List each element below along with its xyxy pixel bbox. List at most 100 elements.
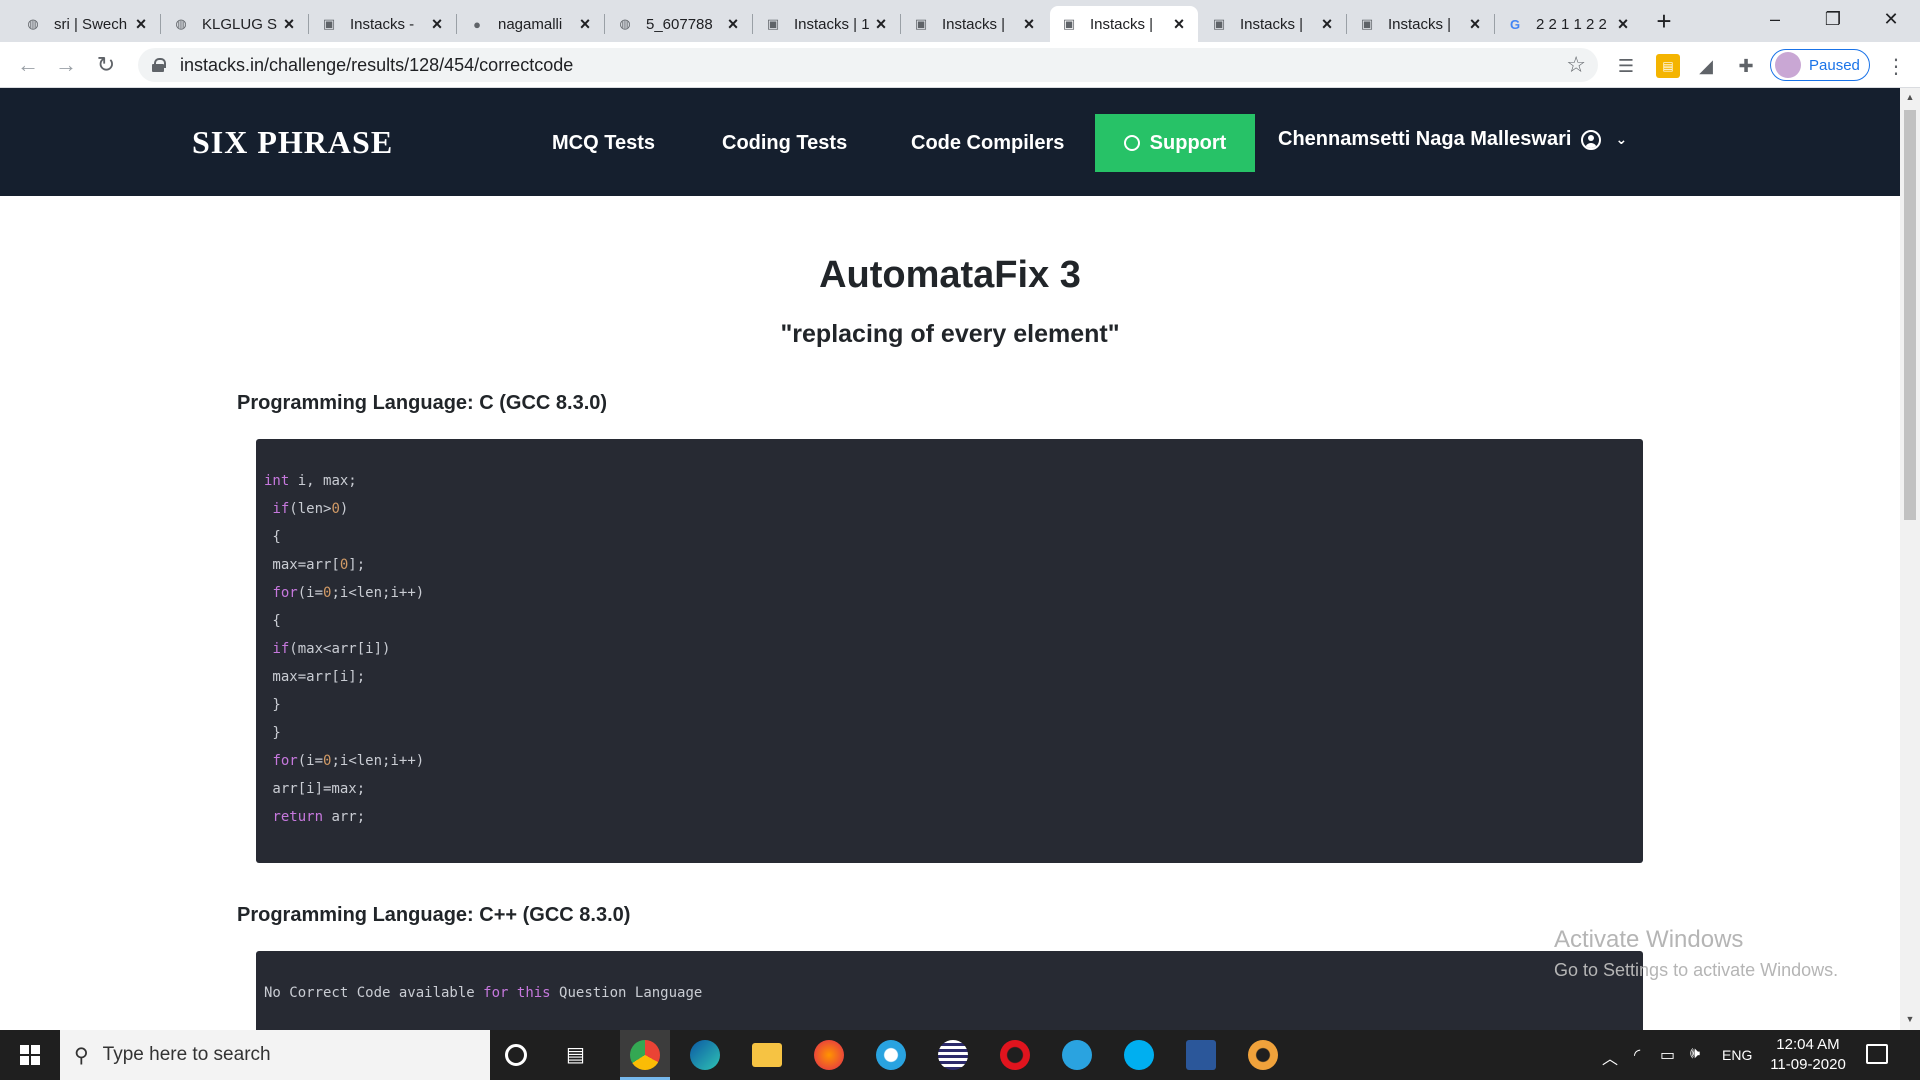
page-title: AutomataFix 3	[819, 254, 1081, 296]
app-icon[interactable]	[876, 1040, 906, 1070]
language-heading: Programming Language: C++ (GCC 8.3.0)	[237, 904, 631, 926]
user-circle-icon	[1581, 129, 1602, 150]
user-name: Chennamsetti Naga Malleswari	[1278, 128, 1572, 150]
reload-icon[interactable]: ↻	[92, 51, 120, 79]
github-icon: ●	[473, 16, 481, 32]
windows-taskbar: ⚲ Type here to search ▤ ︿ ◜ ▭ 🕪 ENG 12:0…	[0, 1030, 1920, 1080]
browser-tab[interactable]: G 2 2 1 1 2 2 ×	[1496, 6, 1642, 42]
tab-separator	[456, 14, 457, 34]
cortana-icon[interactable]	[505, 1044, 527, 1066]
close-icon[interactable]: ×	[1170, 15, 1188, 33]
back-icon[interactable]: ←	[14, 51, 42, 79]
extension-icon[interactable]: ▤	[1656, 54, 1680, 78]
firefox-icon[interactable]	[814, 1040, 844, 1070]
forward-icon[interactable]: →	[52, 51, 80, 79]
close-icon[interactable]: ×	[1466, 15, 1484, 33]
reading-list-icon[interactable]: ☰	[1614, 54, 1638, 78]
code-line: {	[264, 529, 281, 545]
scroll-down-icon[interactable]: ▼	[1904, 1014, 1916, 1026]
code-line: arr[i]=max;	[264, 781, 366, 797]
language-heading: Programming Language: C (GCC 8.3.0)	[237, 392, 608, 414]
avatar	[1775, 52, 1801, 78]
browser-tab[interactable]: ◍ 5_607788 ×	[606, 6, 752, 42]
user-menu[interactable]: Chennamsetti Naga Malleswari ⌄	[1278, 128, 1627, 151]
language-indicator[interactable]: ENG	[1722, 1047, 1752, 1063]
new-tab-button[interactable]: +	[1650, 8, 1678, 36]
url-text[interactable]: instacks.in/challenge/results/128/454/co…	[180, 55, 1566, 76]
battery-icon[interactable]: ▭	[1660, 1045, 1675, 1065]
page-scrollbar[interactable]: ▲ ▼	[1900, 88, 1920, 1030]
instacks-icon: ▣	[1062, 16, 1076, 31]
tab-label: nagamalli	[498, 15, 563, 33]
google-icon: G	[1509, 16, 1521, 32]
search-placeholder: Type here to search	[102, 1044, 271, 1065]
extensions-puzzle-icon[interactable]: ✚	[1734, 54, 1758, 78]
taskbar-clock[interactable]: 12:04 AM 11-09-2020	[1768, 1035, 1848, 1075]
word-icon[interactable]	[1186, 1040, 1216, 1070]
browser-tab[interactable]: ▣ Instacks | ×	[902, 6, 1048, 42]
code-line: return arr;	[272, 809, 366, 825]
close-icon[interactable]: ×	[280, 15, 298, 33]
close-window-icon[interactable]: ✕	[1868, 4, 1914, 34]
skype-icon[interactable]	[1124, 1040, 1154, 1070]
volume-icon[interactable]: 🕪	[1690, 1045, 1700, 1063]
app-icon-2[interactable]	[1248, 1040, 1278, 1070]
nav-coding-tests[interactable]: Coding Tests	[722, 132, 847, 155]
close-icon[interactable]: ×	[428, 15, 446, 33]
restore-icon[interactable]: ❐	[1810, 4, 1856, 34]
browser-tab[interactable]: ◍ sri | Swech ×	[14, 6, 160, 42]
instacks-icon: ▣	[914, 16, 928, 31]
taskbar-search[interactable]: ⚲ Type here to search	[60, 1030, 490, 1080]
telegram-icon[interactable]	[1062, 1040, 1092, 1070]
bookmark-star-icon[interactable]: ☆	[1566, 52, 1586, 78]
code-line: {	[264, 613, 281, 629]
start-button[interactable]	[0, 1030, 60, 1080]
eclipse-icon[interactable]	[938, 1040, 968, 1070]
site-logo[interactable]: SIX PHRASE	[192, 124, 393, 161]
clock-date: 11-09-2020	[1770, 1056, 1846, 1073]
code-line: int i, max;	[264, 473, 357, 489]
close-icon[interactable]: ×	[1020, 15, 1038, 33]
minimize-icon[interactable]: –	[1752, 4, 1798, 34]
activate-windows-title: Activate Windows	[1554, 926, 1744, 953]
browser-tab[interactable]: ▣ Instacks | 1 ×	[754, 6, 900, 42]
browser-tab[interactable]: ◍ KLGLUG S ×	[162, 6, 308, 42]
close-icon[interactable]: ×	[1318, 15, 1336, 33]
chevron-up-icon[interactable]: ︿	[1602, 1045, 1618, 1069]
close-icon[interactable]: ×	[872, 15, 890, 33]
analytics-extension-icon[interactable]: ◢	[1694, 54, 1718, 78]
tab-separator	[1494, 14, 1495, 34]
scroll-up-icon[interactable]: ▲	[1904, 92, 1916, 104]
scrollbar-thumb[interactable]	[1904, 110, 1916, 520]
tab-label: Instacks | 1	[794, 15, 870, 33]
browser-tab[interactable]: ▣ Instacks | ×	[1348, 6, 1494, 42]
code-line: if(len>0)	[272, 501, 349, 517]
edge-icon[interactable]	[690, 1040, 720, 1070]
code-line: for(i=0;i<len;i++)	[272, 585, 425, 601]
browser-tab[interactable]: ▣ Instacks - ×	[310, 6, 456, 42]
chrome-taskbar-highlight[interactable]	[620, 1030, 670, 1080]
nav-code-compilers[interactable]: Code Compilers	[911, 132, 1064, 155]
browser-menu-icon[interactable]: ⋮	[1886, 54, 1906, 79]
support-button[interactable]: Support	[1095, 114, 1255, 172]
file-explorer-icon[interactable]	[752, 1043, 782, 1067]
opera-icon[interactable]	[1000, 1040, 1030, 1070]
close-icon[interactable]: ×	[724, 15, 742, 33]
browser-tab[interactable]: ▣ Instacks | ×	[1200, 6, 1346, 42]
profile-button[interactable]: Paused	[1770, 49, 1870, 81]
instacks-icon: ▣	[1360, 16, 1374, 31]
nav-mcq-tests[interactable]: MCQ Tests	[552, 132, 655, 155]
browser-tab[interactable]: ● nagamalli ×	[458, 6, 604, 42]
instacks-icon: ▣	[322, 16, 336, 31]
task-view-icon[interactable]: ▤	[566, 1042, 585, 1067]
close-icon[interactable]: ×	[132, 15, 150, 33]
address-bar[interactable]: instacks.in/challenge/results/128/454/co…	[138, 48, 1598, 82]
tab-label: KLGLUG S	[202, 15, 278, 33]
wifi-icon[interactable]: ◜	[1634, 1045, 1640, 1065]
notifications-icon[interactable]	[1866, 1044, 1888, 1064]
close-icon[interactable]: ×	[576, 15, 594, 33]
close-icon[interactable]: ×	[1614, 15, 1632, 33]
instacks-icon: ▣	[766, 16, 780, 31]
tab-label: Instacks |	[942, 15, 1006, 33]
browser-tab-active[interactable]: ▣ Instacks | ×	[1050, 6, 1198, 42]
